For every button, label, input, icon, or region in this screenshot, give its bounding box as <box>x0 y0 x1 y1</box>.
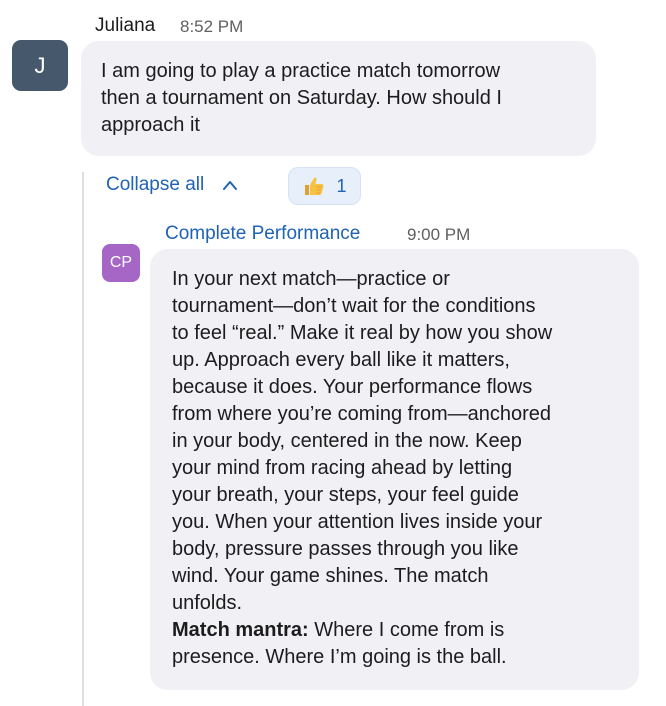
message-line: In your next match—practice or <box>172 268 450 290</box>
message-line: then a tournament on Saturday. How shoul… <box>101 87 502 109</box>
mantra-text: Where I come from is <box>308 619 505 641</box>
message-line: approach it <box>101 114 200 136</box>
message-line: in your body, centered in the now. Keep <box>172 430 522 452</box>
message-line: your breath, your steps, your feel guide <box>172 484 519 506</box>
thumbs-up-icon <box>305 177 325 195</box>
mantra-line: Match mantra: Where I come from is <box>172 617 617 644</box>
message-line: your mind from racing ahead by letting <box>172 457 513 479</box>
mantra-line: presence. Where I’m going is the ball. <box>172 646 507 668</box>
message-line: to feel “real.” Make it real by how you … <box>172 322 553 344</box>
message-bubble: In your next match—practice or tournamen… <box>150 249 639 690</box>
message-timestamp: 9:00 PM <box>407 225 471 244</box>
message-line: wind. Your game shines. The match <box>172 565 489 587</box>
message-bubble: I am going to play a practice match tomo… <box>81 41 596 156</box>
message-line: unfolds. <box>172 592 243 614</box>
reaction-count: 1 <box>336 175 347 196</box>
mantra-label: Match mantra: <box>172 619 309 641</box>
avatar-initial: J <box>34 52 46 78</box>
message-line: body, pressure passes through you like <box>172 538 519 560</box>
avatar-initials: CP <box>109 254 133 271</box>
message-line: tournament—don’t wait for the conditions <box>172 295 536 317</box>
chevron-up-icon <box>223 181 238 190</box>
collapse-all-button[interactable]: Collapse all <box>106 174 238 196</box>
message-line: from where you’re coming from—anchored <box>172 403 552 425</box>
thread-line <box>82 172 84 706</box>
avatar[interactable]: J <box>12 40 68 91</box>
avatar[interactable]: CP <box>102 244 140 282</box>
reaction-button[interactable]: 1 <box>288 167 361 205</box>
sender-name[interactable]: Complete Performance <box>165 223 360 245</box>
message-line: I am going to play a practice match tomo… <box>101 60 501 82</box>
message-line: up. Approach every ball like it matters, <box>172 349 510 371</box>
message-line: because it does. Your performance flows <box>172 376 533 398</box>
message-line: you. When your attention lives inside yo… <box>172 511 543 533</box>
sender-name[interactable]: Juliana <box>95 15 155 37</box>
collapse-all-label: Collapse all <box>106 174 205 195</box>
message-timestamp: 8:52 PM <box>180 17 244 36</box>
